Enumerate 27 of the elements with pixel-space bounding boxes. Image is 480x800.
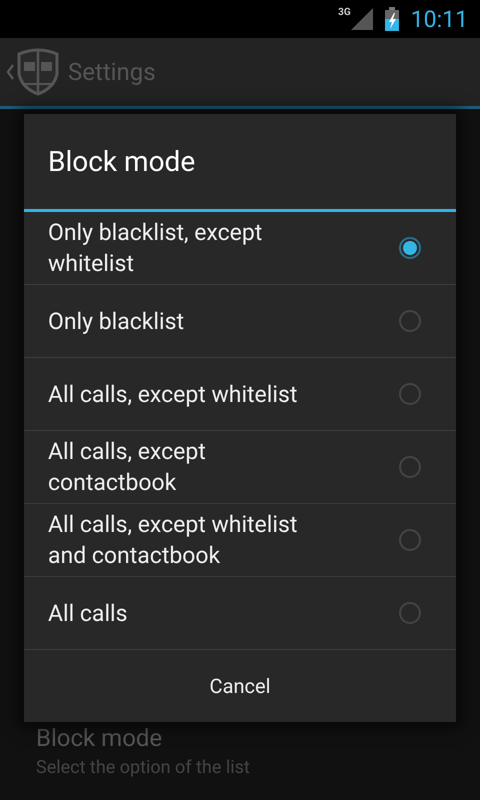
option-label: Only blacklist, except whitelist [48,218,264,279]
radio-button[interactable] [399,529,421,551]
battery-charging-icon [384,7,399,31]
dialog-title: Block mode [24,114,456,212]
radio-button[interactable] [399,456,421,478]
option-row[interactable]: All calls, except whitelist and contactbook [24,504,456,577]
back-caret-icon [6,64,14,80]
radio-button[interactable] [399,237,421,259]
signal-icon [350,8,373,30]
option-row[interactable]: All calls, except whitelist [24,358,456,431]
clock: 10:11 [410,6,468,32]
option-label: All calls, except whitelist [48,380,298,410]
radio-button[interactable] [399,310,421,332]
cancel-button[interactable]: Cancel [24,650,456,722]
setting-title: Block mode [36,723,164,753]
option-row[interactable]: Only blacklist, except whitelist [24,212,456,285]
option-row[interactable]: Only blacklist [24,285,456,358]
option-label: Only blacklist [48,306,186,336]
radio-button[interactable] [399,602,421,624]
option-row[interactable]: All calls, except contactbook [24,431,456,504]
option-label: All calls, except contactbook [48,437,207,498]
radio-button[interactable] [399,383,421,405]
option-label: All calls [48,598,129,628]
option-row[interactable]: All calls [24,577,456,650]
shield-icon [16,48,60,96]
option-label: All calls, except whitelist and contactbook [48,510,298,571]
network-label: 3G [338,7,351,18]
